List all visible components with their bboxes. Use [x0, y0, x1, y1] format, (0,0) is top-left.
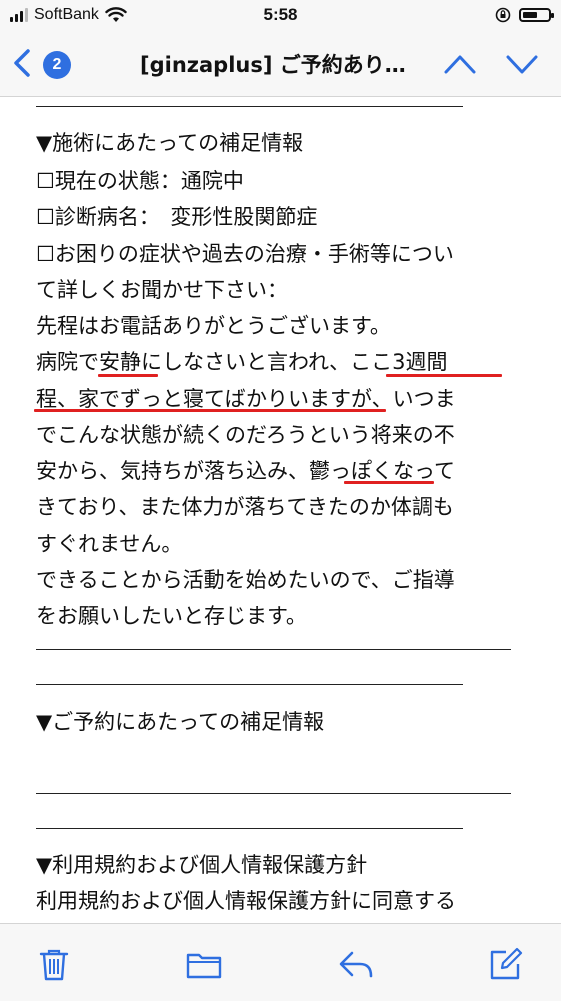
- divider-line: [36, 649, 511, 650]
- red-underline: [344, 481, 434, 484]
- status-right: [495, 7, 554, 23]
- battery-icon: [519, 8, 554, 22]
- section-heading-reservation: ▼ご予約にあたっての補足情報: [36, 710, 325, 734]
- section-heading-treatment: ▼施術にあたっての補足情報: [36, 131, 304, 155]
- email-body: ▼施術にあたっての補足情報 ☐現在の状態：通院中 ☐診断病名： 変形性股関節症 …: [0, 97, 561, 923]
- folder-icon[interactable]: [186, 946, 222, 982]
- current-state-line: ☐現在の状態：通院中: [36, 169, 244, 193]
- section-heading-terms: ▼利用規約および個人情報保護方針: [36, 853, 368, 877]
- battery-fill: [523, 12, 537, 18]
- body-line: 先程はお電話ありがとうございます。: [36, 314, 391, 338]
- bottom-toolbar: [0, 923, 561, 1001]
- red-underline: [98, 374, 158, 377]
- chevron-down-icon[interactable]: [505, 52, 539, 76]
- trash-icon[interactable]: [36, 946, 72, 982]
- reply-icon[interactable]: [338, 946, 374, 982]
- unread-count-badge[interactable]: 2: [43, 51, 71, 79]
- divider-line: [36, 828, 463, 829]
- body-line: をお願いしたいと存じます。: [36, 604, 307, 628]
- red-underline: [386, 374, 502, 377]
- symptoms-question-line-1: ☐お困りの症状や過去の治療・手術等につい: [36, 242, 454, 266]
- symptoms-question-line-2: て詳しくお聞かせ下さい：: [36, 278, 288, 302]
- chevron-left-icon[interactable]: [10, 48, 34, 78]
- body-line: 病院で安静にしなさいと言われ、ここ3週間: [36, 350, 448, 374]
- consent-line: 利用規約および個人情報保護方針に同意する: [36, 889, 456, 913]
- divider-line: [36, 106, 463, 107]
- clock: 5:58: [263, 5, 298, 24]
- divider-line: [36, 684, 463, 685]
- status-bar: SoftBank 5:58: [0, 0, 561, 32]
- body-line: すぐれません。: [36, 532, 183, 556]
- compose-icon[interactable]: [488, 946, 524, 982]
- navigation-bar: 2 [ginzaplus] ご予約あり…: [0, 32, 561, 97]
- chevron-up-icon[interactable]: [443, 52, 477, 76]
- red-underline: [34, 409, 386, 412]
- divider-line: [36, 793, 511, 794]
- body-line: きており、また体力が落ちてきたのか体調も: [36, 495, 454, 519]
- body-line: できることから活動を始めたいので、ご指導: [36, 568, 455, 592]
- rotation-lock-icon: [495, 7, 511, 23]
- diagnosis-line: ☐診断病名： 変形性股関節症: [36, 205, 318, 229]
- body-line: でこんな状態が続くのだろうという将来の不: [36, 423, 455, 447]
- message-subject-title: [ginzaplus] ご予約あり…: [140, 53, 406, 77]
